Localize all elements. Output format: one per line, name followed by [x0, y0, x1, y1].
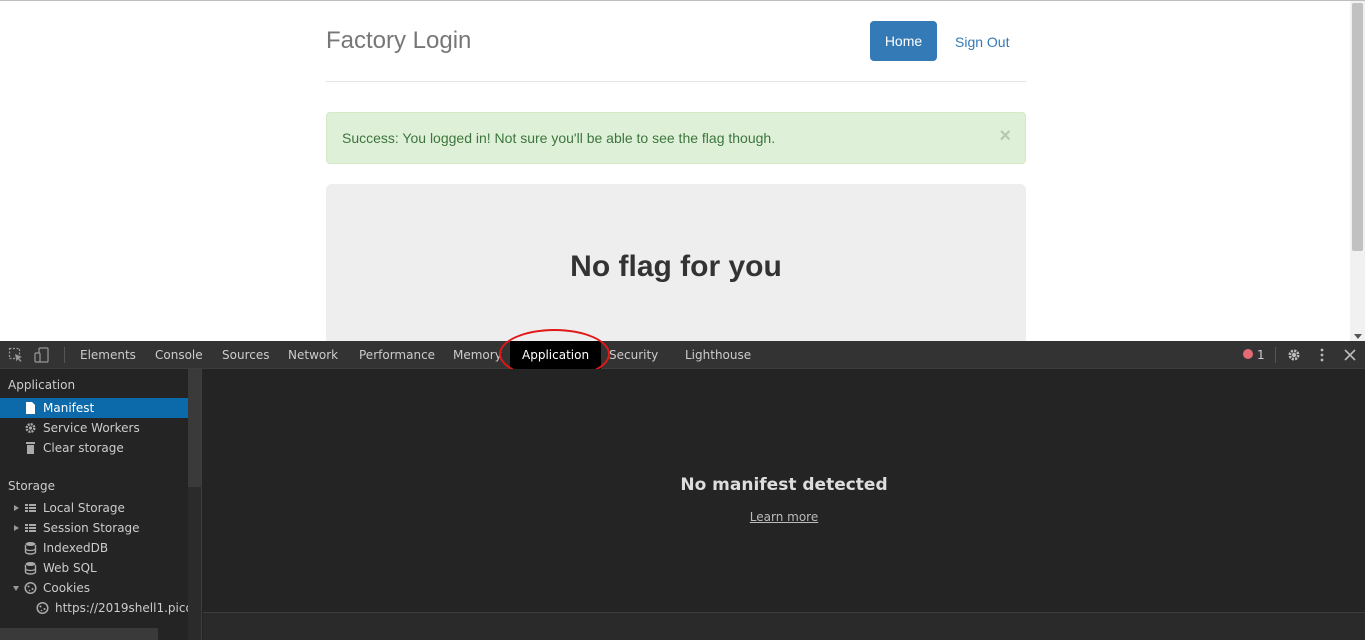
error-count[interactable]: 1: [1257, 341, 1265, 369]
tab-network[interactable]: Network: [288, 341, 338, 369]
cookie-icon: [24, 581, 37, 595]
device-toolbar-icon[interactable]: [34, 347, 50, 363]
sidebar-item-indexeddb[interactable]: IndexedDB: [0, 538, 188, 558]
close-devtools-icon[interactable]: [1342, 347, 1358, 363]
sidebar-item-label: Cookies: [43, 581, 90, 595]
tab-console[interactable]: Console: [155, 341, 203, 369]
gear-icon: [25, 423, 36, 433]
expand-arrow-icon[interactable]: [14, 525, 19, 531]
sidebar-scrollbar-thumb[interactable]: [188, 369, 201, 487]
sidebar-item-label: Service Workers: [43, 421, 140, 435]
sidebar-item-label: https://2019shell1.picocl: [55, 601, 202, 615]
page-scrollbar[interactable]: [1350, 1, 1365, 341]
tab-security[interactable]: Security: [609, 341, 658, 369]
tab-memory[interactable]: Memory: [453, 341, 502, 369]
learn-more-link-text[interactable]: Learn more: [750, 510, 818, 524]
scroll-down-arrow-icon[interactable]: [1354, 334, 1362, 339]
page-container: Factory Login Home Sign Out Success: You…: [326, 1, 1026, 341]
jumbotron-title: No flag for you: [570, 250, 782, 283]
alert-close-button[interactable]: ×: [999, 126, 1011, 146]
devtools-drawer-bar: [203, 612, 1365, 640]
sidebar-item-session-storage[interactable]: Session Storage: [0, 518, 188, 538]
database-icon: [24, 562, 37, 575]
brand-title: Factory Login: [326, 27, 472, 54]
manifest-panel: No manifest detected Learn more: [203, 369, 1365, 612]
sidebar-item-label: Web SQL: [43, 561, 97, 575]
sidebar-item-label: Clear storage: [43, 441, 124, 455]
trash-icon: [26, 442, 35, 454]
sidebar-item-web-sql[interactable]: Web SQL: [0, 558, 188, 578]
web-page: Factory Login Home Sign Out Success: You…: [0, 0, 1365, 341]
sidebar-item-cookies[interactable]: Cookies: [0, 578, 188, 598]
no-manifest-title: No manifest detected: [680, 475, 888, 495]
toolbar-divider: [64, 347, 65, 363]
sidebar-scrollbar[interactable]: [188, 369, 201, 640]
sidebar-item-manifest[interactable]: Manifest: [0, 398, 188, 418]
sidebar-item-local-storage[interactable]: Local Storage: [0, 498, 188, 518]
grid-icon: [25, 504, 36, 512]
tab-lighthouse[interactable]: Lighthouse: [685, 341, 751, 369]
sidebar-item-label: Local Storage: [43, 501, 125, 515]
more-options-icon[interactable]: [1314, 347, 1330, 363]
devtools-toolbar: Elements Console Sources Network Perform…: [0, 329, 1365, 379]
expand-arrow-icon[interactable]: [14, 505, 19, 511]
collapse-arrow-icon[interactable]: [13, 586, 19, 591]
tab-performance[interactable]: Performance: [359, 341, 435, 369]
page-header: Factory Login Home Sign Out: [326, 1, 1026, 82]
sidebar-item-cookie-origin[interactable]: https://2019shell1.picocl: [0, 598, 201, 618]
sidebar-item-service-workers[interactable]: Service Workers: [0, 418, 188, 438]
sidebar-item-label: Manifest: [43, 401, 95, 415]
database-icon: [24, 542, 37, 555]
grid-icon: [25, 524, 36, 532]
application-sidebar: Application Manifest Service Workers Cle…: [0, 369, 202, 640]
error-icon[interactable]: [1243, 349, 1253, 359]
learn-more-link: Learn more: [203, 510, 1365, 524]
inspect-element-icon[interactable]: [8, 347, 24, 363]
sidebar-item-clear-storage[interactable]: Clear storage: [0, 438, 188, 458]
cookie-icon: [36, 601, 49, 615]
document-icon: [26, 402, 35, 414]
jumbotron: No flag for you: [326, 184, 1026, 341]
sidebar-item-label: IndexedDB: [43, 541, 109, 555]
sidebar-horizontal-scrollbar[interactable]: [0, 628, 158, 640]
tab-sources[interactable]: Sources: [222, 341, 269, 369]
tab-application[interactable]: Application: [510, 341, 602, 369]
page-scrollbar-thumb[interactable]: [1352, 3, 1363, 251]
sign-out-link[interactable]: Sign Out: [955, 34, 1009, 50]
sidebar-heading-storage: Storage: [8, 479, 55, 493]
toolbar-divider: [1275, 347, 1276, 363]
sidebar-heading-application: Application: [8, 378, 76, 392]
home-button[interactable]: Home: [870, 21, 937, 61]
success-alert: Success: You logged in! Not sure you'll …: [326, 112, 1026, 164]
sidebar-item-label: Session Storage: [43, 521, 140, 535]
alert-message: Success: You logged in! Not sure you'll …: [342, 130, 776, 146]
settings-gear-icon[interactable]: [1286, 347, 1302, 363]
devtools-panel: Elements Console Sources Network Perform…: [0, 329, 1365, 640]
tab-elements[interactable]: Elements: [80, 341, 136, 369]
